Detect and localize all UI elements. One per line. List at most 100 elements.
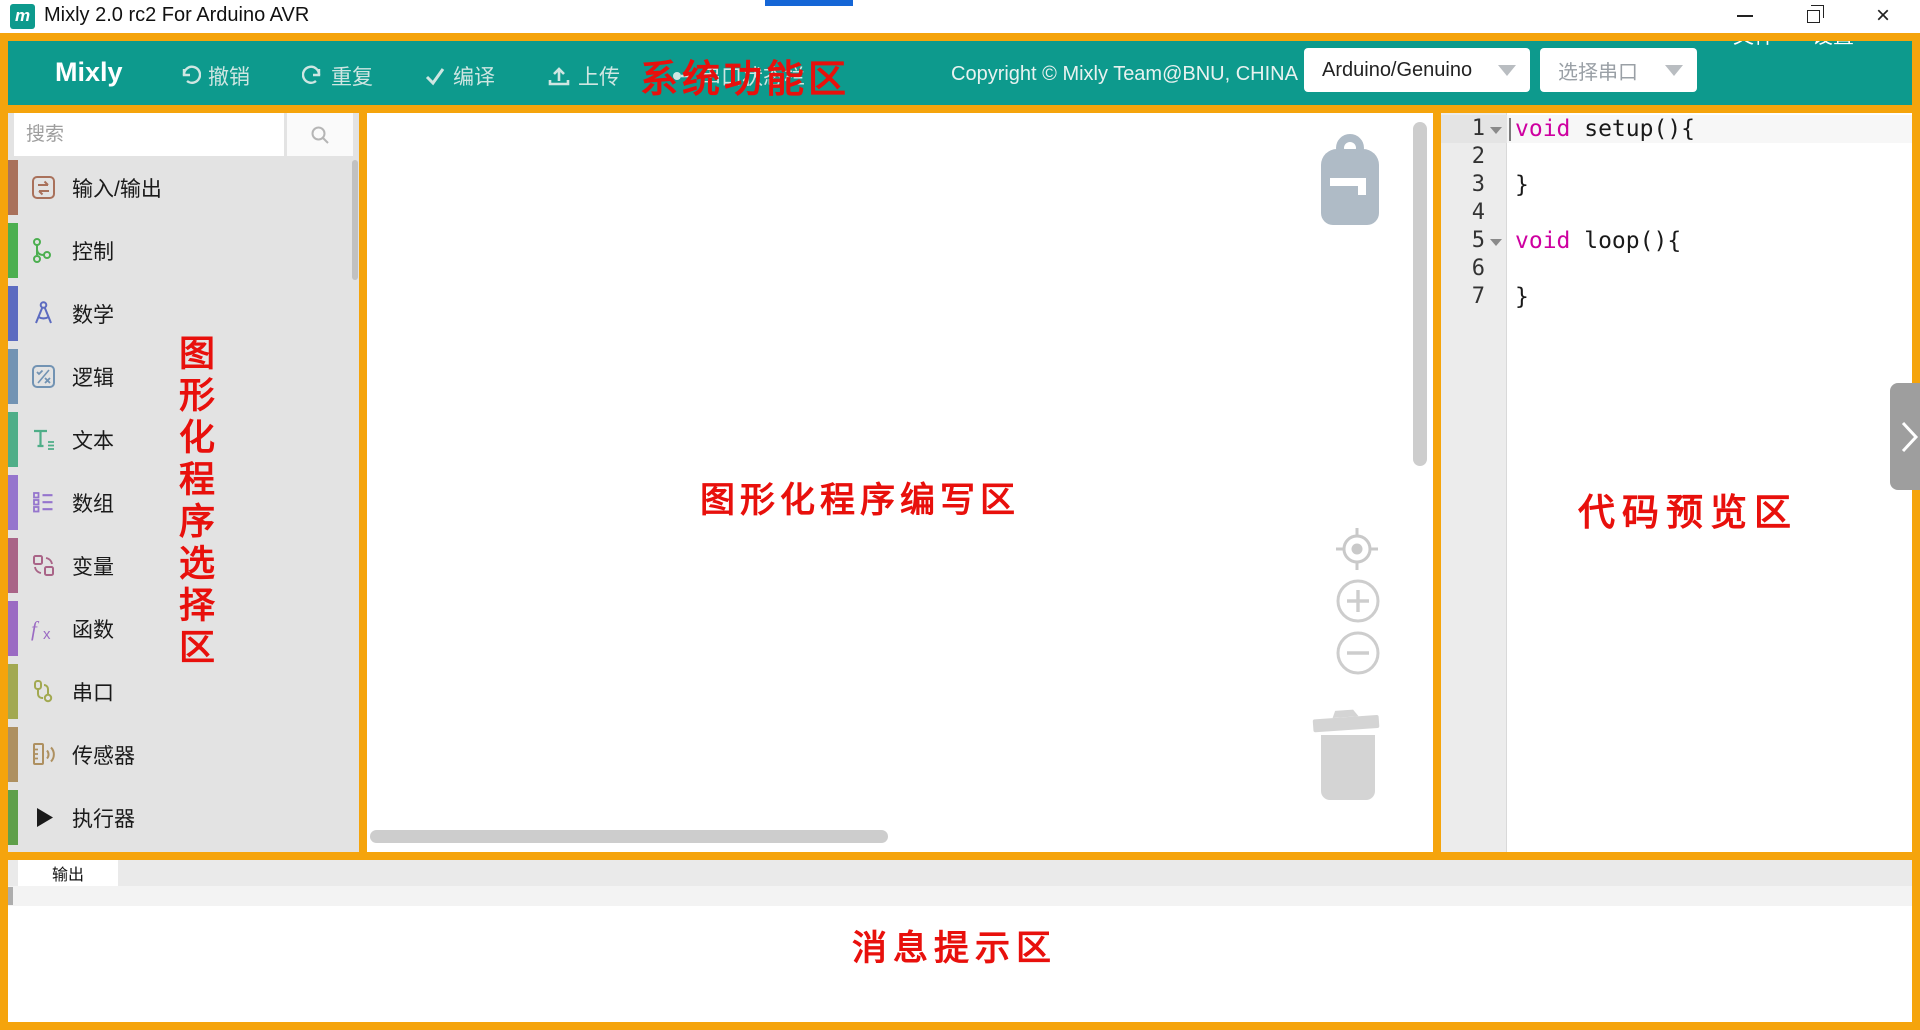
fold-arrow-icon[interactable] bbox=[1485, 115, 1507, 143]
sidebar-category-logic[interactable]: 逻辑 bbox=[8, 345, 359, 408]
code-line-1[interactable]: 1void setup(){ bbox=[1441, 115, 1912, 143]
redo-button[interactable]: 重复 bbox=[302, 61, 373, 91]
sidebar-category-sensor[interactable]: 传感器 bbox=[8, 723, 359, 786]
serial-status-icon bbox=[671, 65, 693, 87]
undo-button[interactable]: 撤销 bbox=[179, 61, 250, 91]
code-text: } bbox=[1507, 171, 1529, 199]
window-title: Mixly 2.0 rc2 For Arduino AVR bbox=[44, 4, 309, 27]
sidebar-category-text[interactable]: 文本 bbox=[8, 408, 359, 471]
sidebar-category-actuator[interactable]: 执行器 bbox=[8, 786, 359, 849]
upload-button[interactable]: 上传 bbox=[547, 61, 620, 91]
sidebar-category-function[interactable]: fx函数 bbox=[8, 597, 359, 660]
block-category-sidebar: 输入/输出控制数学逻辑文本数组变量fx函数串口传感器执行器 bbox=[8, 113, 359, 852]
mixly-logo-icon: m bbox=[10, 4, 35, 29]
chevron-right-icon bbox=[1894, 417, 1920, 457]
logic-icon bbox=[30, 363, 57, 390]
zoom-reset-button[interactable] bbox=[1333, 525, 1381, 578]
svg-text:x: x bbox=[43, 626, 51, 642]
annotation-frame-bottom-divider bbox=[0, 852, 1920, 860]
canvas-horizontal-scrollbar[interactable] bbox=[370, 830, 888, 843]
category-label: 串口 bbox=[72, 677, 114, 707]
line-number: 3 bbox=[1441, 171, 1485, 199]
category-color-bar bbox=[8, 223, 18, 278]
text-icon bbox=[30, 426, 57, 453]
code-text bbox=[1507, 255, 1515, 283]
function-icon: fx bbox=[30, 615, 57, 642]
fold-spacer bbox=[1485, 143, 1507, 171]
chevron-down-icon bbox=[1665, 65, 1683, 76]
category-color-bar bbox=[8, 475, 18, 530]
trash-icon[interactable] bbox=[1311, 705, 1385, 808]
svg-text:f: f bbox=[31, 617, 40, 641]
sidebar-category-variable[interactable]: 变量 bbox=[8, 534, 359, 597]
annotation-frame-right bbox=[1912, 33, 1920, 1030]
sensor-icon bbox=[30, 741, 57, 768]
code-line-6[interactable]: 6 bbox=[1441, 255, 1912, 283]
sidebar-category-math[interactable]: 数学 bbox=[8, 282, 359, 345]
top-blue-bar bbox=[765, 0, 853, 6]
code-line-5[interactable]: 5void loop(){ bbox=[1441, 227, 1912, 255]
block-canvas[interactable] bbox=[367, 113, 1433, 852]
mixly-app-window: m Mixly 2.0 rc2 For Arduino AVR × Mixly … bbox=[0, 0, 1920, 1030]
code-text bbox=[1507, 199, 1515, 227]
serial-icon bbox=[30, 678, 57, 705]
search-input[interactable] bbox=[14, 113, 284, 156]
zoom-in-button[interactable] bbox=[1335, 578, 1381, 629]
sidebar-category-array[interactable]: 数组 bbox=[8, 471, 359, 534]
category-color-bar bbox=[8, 601, 18, 656]
serial-status-toggle[interactable]: 串口状态栏 bbox=[671, 61, 805, 91]
code-text: } bbox=[1507, 283, 1529, 311]
category-color-bar bbox=[8, 160, 18, 215]
close-icon: × bbox=[1876, 6, 1890, 26]
control-icon bbox=[30, 237, 57, 264]
zoom-out-button[interactable] bbox=[1335, 630, 1381, 681]
search-button[interactable] bbox=[287, 113, 353, 156]
panel-expand-button[interactable] bbox=[1890, 383, 1920, 490]
line-number: 4 bbox=[1441, 199, 1485, 227]
fold-spacer bbox=[1485, 255, 1507, 283]
console-caret bbox=[8, 887, 13, 905]
category-label: 执行器 bbox=[72, 803, 135, 833]
line-number: 6 bbox=[1441, 255, 1485, 283]
code-line-3[interactable]: 3} bbox=[1441, 171, 1912, 199]
code-line-7[interactable]: 7} bbox=[1441, 283, 1912, 311]
upload-icon bbox=[547, 65, 571, 87]
search-icon bbox=[308, 123, 332, 147]
category-color-bar bbox=[8, 412, 18, 467]
category-color-bar bbox=[8, 790, 18, 845]
code-text: void loop(){ bbox=[1507, 227, 1681, 255]
fold-spacer bbox=[1485, 199, 1507, 227]
tab-output[interactable]: 输出 bbox=[18, 860, 118, 886]
line-number: 1 bbox=[1441, 115, 1485, 143]
category-label: 逻辑 bbox=[72, 362, 114, 392]
sidebar-category-io[interactable]: 输入/输出 bbox=[8, 156, 359, 219]
fold-spacer bbox=[1485, 283, 1507, 311]
fold-spacer bbox=[1485, 171, 1507, 199]
category-label: 输入/输出 bbox=[72, 173, 162, 203]
compile-button[interactable]: 编译 bbox=[424, 61, 495, 91]
console-line[interactable] bbox=[8, 886, 1912, 906]
fold-arrow-icon[interactable] bbox=[1485, 227, 1507, 255]
sidebar-category-control[interactable]: 控制 bbox=[8, 219, 359, 282]
backpack-icon[interactable] bbox=[1317, 131, 1383, 234]
code-line-4[interactable]: 4 bbox=[1441, 199, 1912, 227]
code-lines: 1void setup(){23}45void loop(){67} bbox=[1441, 115, 1912, 311]
minimize-icon bbox=[1737, 15, 1753, 17]
port-select[interactable]: 选择串口 bbox=[1540, 48, 1697, 92]
array-icon bbox=[30, 489, 57, 516]
code-line-2[interactable]: 2 bbox=[1441, 143, 1912, 171]
category-label: 数组 bbox=[72, 488, 114, 518]
canvas-vertical-scrollbar[interactable] bbox=[1413, 122, 1427, 466]
output-tabstrip: 输出 bbox=[8, 860, 1912, 886]
category-color-bar bbox=[8, 538, 18, 593]
category-label: 文本 bbox=[72, 425, 114, 455]
copyright-text: Copyright © Mixly Team@BNU, CHINA bbox=[951, 63, 1298, 86]
line-number: 7 bbox=[1441, 283, 1485, 311]
actuator-icon bbox=[30, 804, 57, 831]
check-icon bbox=[424, 65, 446, 87]
board-select[interactable]: Arduino/Genuino bbox=[1304, 48, 1530, 92]
category-color-bar bbox=[8, 349, 18, 404]
mixly-brand[interactable]: Mixly bbox=[55, 57, 123, 88]
sidebar-category-serial[interactable]: 串口 bbox=[8, 660, 359, 723]
variable-icon bbox=[30, 552, 57, 579]
